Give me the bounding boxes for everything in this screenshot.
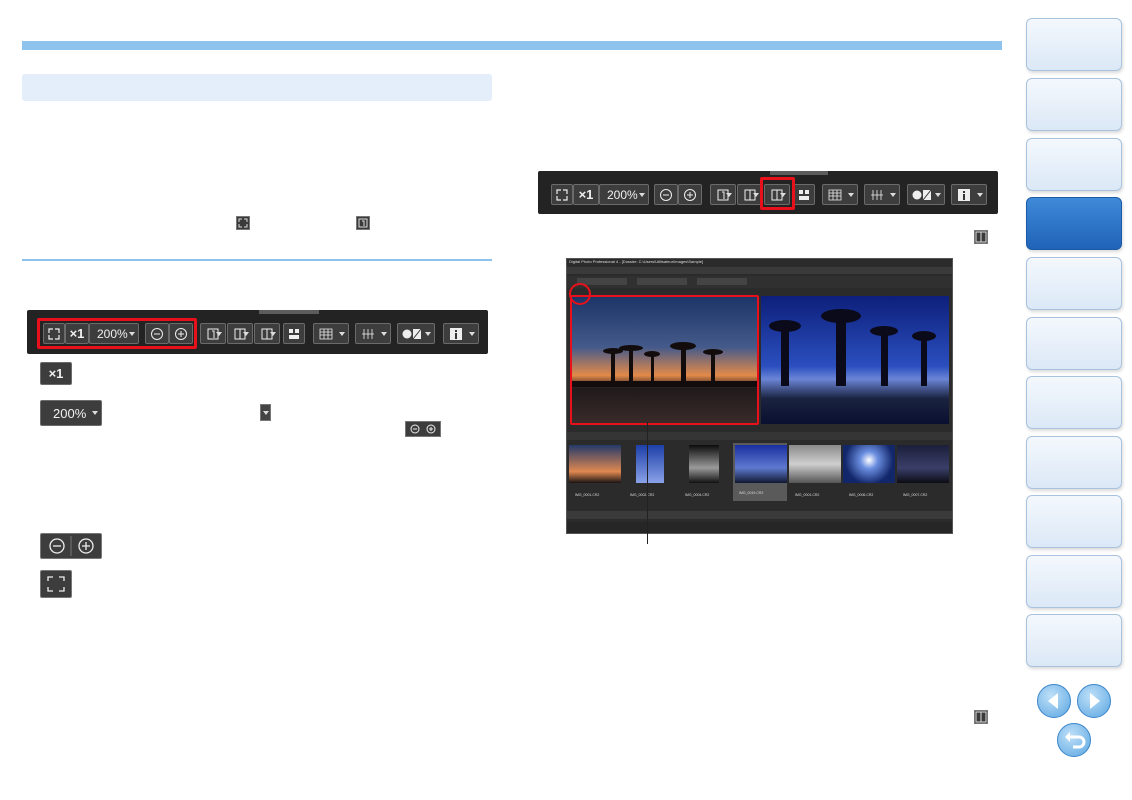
toolbar-handle[interactable]	[259, 310, 319, 314]
thumbnail[interactable]: IMG_0007.CR2	[897, 445, 949, 499]
nav-tab-3[interactable]	[1026, 138, 1122, 191]
pin-icon	[569, 283, 591, 305]
nav-tab-9[interactable]	[1026, 495, 1122, 548]
thumbnail[interactable]: IMG_0004.CR2	[679, 445, 731, 499]
active-image-highlight	[570, 295, 759, 425]
app-screenshot: Digital Photo Professional 4 - [Dossier:…	[566, 258, 953, 534]
multi-view-button[interactable]	[793, 184, 815, 205]
prev-page-button[interactable]	[1037, 684, 1071, 718]
chevron-down-icon	[639, 192, 645, 197]
zoom-controls-highlight	[37, 318, 197, 349]
next-page-button[interactable]	[1077, 684, 1111, 718]
nav-tab-4-active[interactable]	[1026, 197, 1122, 250]
thumbnail-label: IMG_0006.CR2	[849, 493, 874, 497]
toolbar-left: ×1 200%	[27, 310, 488, 354]
app-filmstrip-bar	[567, 511, 952, 519]
thumbnail-label: IMG_0019.CR2	[739, 491, 764, 495]
nav-tab-10[interactable]	[1026, 555, 1122, 608]
legend-zoom-buttons-icon	[40, 533, 102, 559]
thumbnail-label: IMG_0002.CR2	[630, 493, 655, 497]
toolbar-handle[interactable]	[770, 171, 828, 175]
zoom-buttons-small-icon	[405, 421, 441, 437]
nav-tab-5[interactable]	[1026, 257, 1122, 310]
app-toolbar-mini	[567, 432, 952, 440]
compare-view-highlight	[760, 177, 795, 210]
compare-image-right	[761, 296, 949, 424]
side-by-side-button[interactable]	[254, 323, 280, 344]
app-ribbon	[567, 276, 952, 288]
zoom-in-button[interactable]	[678, 184, 702, 205]
toolbar-right: ×1 200%	[538, 171, 998, 214]
nav-tab-8[interactable]	[1026, 436, 1122, 489]
compare-view-button[interactable]	[227, 323, 253, 344]
single-view-button[interactable]	[200, 323, 226, 344]
callout-line	[647, 422, 648, 544]
af-point-button[interactable]	[864, 184, 900, 205]
thumbnail[interactable]: IMG_0006.CR2	[843, 445, 895, 499]
single-view-icon	[356, 216, 370, 230]
zoom-value: 200%	[607, 187, 638, 202]
nav-tab-11[interactable]	[1026, 614, 1122, 667]
nav-tab-2[interactable]	[1026, 78, 1122, 131]
app-menubar	[567, 267, 952, 274]
return-button[interactable]	[1057, 723, 1091, 757]
thumbnail[interactable]: IMG_0001.CR2	[569, 445, 621, 499]
prev-page-icon	[1048, 693, 1058, 709]
thumbnail-label: IMG_0007.CR2	[903, 493, 928, 497]
multi-view-button[interactable]	[283, 323, 305, 344]
info-button[interactable]	[951, 184, 987, 205]
header-accent-bar	[22, 41, 1002, 50]
af-point-button[interactable]	[355, 323, 391, 344]
zoom-select[interactable]: 200%	[599, 184, 649, 205]
section-divider	[22, 259, 492, 261]
nav-tab-6[interactable]	[1026, 317, 1122, 370]
fit-window-icon	[236, 216, 250, 230]
thumbnail[interactable]: IMG_0002.CR2	[624, 445, 676, 499]
zoom-x1-button[interactable]: ×1	[573, 184, 599, 205]
legend-zoom-select-icon: 200%	[40, 400, 102, 426]
thumbnail[interactable]: IMG_0001.CR2	[789, 445, 841, 499]
zoom-out-button[interactable]	[654, 184, 678, 205]
compare-view-icon	[974, 710, 988, 724]
compare-view-icon	[974, 230, 988, 244]
section-heading-box	[22, 74, 492, 101]
single-view-button[interactable]	[710, 184, 736, 205]
thumbnail-selected[interactable]: IMG_0019.CR2	[733, 443, 787, 501]
app-title: Digital Photo Professional 4 - [Dossier:…	[569, 259, 704, 264]
app-statusbar	[567, 522, 952, 533]
legend-x1-icon: ×1	[40, 362, 72, 385]
thumbnail-label: IMG_0001.CR2	[795, 493, 820, 497]
grid-button[interactable]	[822, 184, 858, 205]
highlight-warning-button[interactable]	[397, 323, 435, 344]
grid-button[interactable]	[313, 323, 349, 344]
fit-window-button[interactable]	[551, 184, 573, 205]
nav-tab-1[interactable]	[1026, 18, 1122, 71]
info-button[interactable]	[443, 323, 479, 344]
nav-tab-7[interactable]	[1026, 376, 1122, 429]
return-icon	[1065, 732, 1086, 749]
dropdown-caret-icon	[260, 404, 271, 421]
legend-zoom-value: 200%	[53, 405, 87, 421]
thumbnail-label: IMG_0001.CR2	[575, 493, 600, 497]
legend-fit-window-icon	[40, 570, 72, 598]
highlight-warning-button[interactable]	[907, 184, 945, 205]
next-page-icon	[1090, 693, 1100, 709]
thumbnail-label: IMG_0004.CR2	[685, 493, 710, 497]
